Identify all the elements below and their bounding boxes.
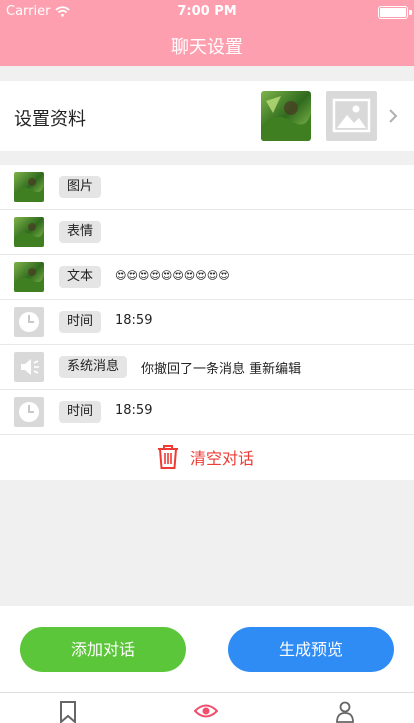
add-conversation-button[interactable]: 添加对话	[20, 627, 186, 672]
message-type-tag: 图片	[59, 176, 102, 198]
message-type-tag: 文本	[59, 266, 102, 288]
message-type-tag: 时间	[59, 401, 102, 423]
clear-conversation-label: 清空对话	[190, 449, 255, 468]
chevron-right-icon	[389, 109, 398, 123]
battery-icon	[378, 6, 412, 19]
tab-bar	[0, 692, 414, 723]
bookmark-icon[interactable]	[59, 701, 77, 723]
message-type-tag: 时间	[59, 311, 102, 333]
message-content: 你撤回了一条消息 重新编辑	[141, 362, 302, 377]
list-item[interactable]: 时间 18:59	[0, 300, 414, 345]
avatar	[14, 172, 44, 202]
profile-settings-label: 设置资料	[14, 109, 86, 130]
message-type-tag: 系统消息	[59, 356, 128, 378]
clear-conversation-row: 清空对话	[0, 435, 414, 480]
action-area: 添加对话 生成预览	[0, 606, 414, 692]
image-placeholder-icon[interactable]	[326, 91, 377, 141]
avatar	[14, 262, 44, 292]
list-item[interactable]: 系统消息 你撤回了一条消息 重新编辑	[0, 345, 414, 390]
message-type-tag: 表情	[59, 221, 102, 243]
message-content: 😍😍😍😍😍😍😍😍😍😍	[115, 269, 230, 282]
clear-conversation-button[interactable]: 清空对话	[156, 444, 254, 470]
eye-icon[interactable]	[194, 703, 218, 719]
user-icon[interactable]	[336, 701, 354, 723]
status-time: 7:00 PM	[177, 4, 237, 19]
page-title: 聊天设置	[171, 37, 243, 58]
trash-icon	[158, 445, 178, 469]
clock-icon	[14, 397, 44, 427]
list-item[interactable]: 表情	[0, 210, 414, 255]
avatar[interactable]	[261, 91, 311, 141]
message-list: 图片 表情 文本 😍😍😍😍😍😍😍😍😍😍 时间 18:59 系统消息 你撤回了一条…	[0, 165, 414, 480]
list-item[interactable]: 文本 😍😍😍😍😍😍😍😍😍😍	[0, 255, 414, 300]
speaker-icon	[14, 352, 44, 382]
status-bar: Carrier 7:00 PM	[0, 0, 414, 24]
message-content: 18:59	[115, 313, 153, 328]
profile-settings-row[interactable]: 设置资料	[0, 81, 414, 151]
clock-icon	[14, 307, 44, 337]
message-content: 18:59	[115, 403, 153, 418]
avatar	[14, 217, 44, 247]
generate-preview-button[interactable]: 生成预览	[228, 627, 394, 672]
navigation-bar: Carrier 7:00 PM 聊天设置	[0, 0, 414, 66]
list-item[interactable]: 时间 18:59	[0, 390, 414, 435]
list-item[interactable]: 图片	[0, 165, 414, 210]
